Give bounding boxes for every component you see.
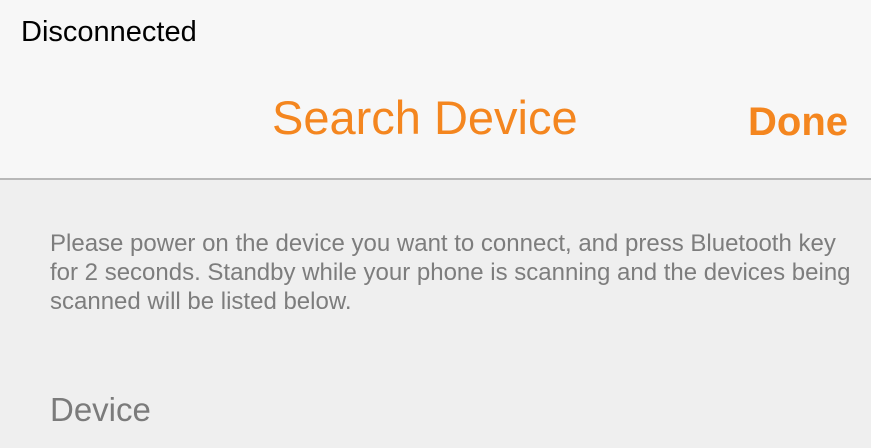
page-title: Search Device: [272, 91, 578, 144]
done-button[interactable]: Done: [748, 98, 848, 146]
instructions-text: Please power on the device you want to c…: [50, 230, 851, 315]
connection-status: Disconnected: [21, 16, 197, 48]
device-section-header: Device: [50, 391, 151, 428]
